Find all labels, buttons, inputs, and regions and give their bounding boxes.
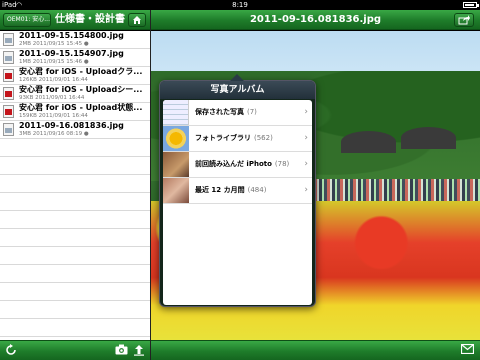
- file-meta: 93KB 2011/09/01 16:44: [19, 95, 85, 101]
- home-button[interactable]: [128, 13, 146, 27]
- preview-toolbar: 2011-09-16.081836.jpg: [151, 10, 480, 30]
- refresh-icon: [6, 344, 16, 355]
- album-label: 保存された写真 (7): [195, 100, 257, 125]
- popover-title: 写真アルバム: [160, 81, 315, 99]
- file-name: 安心君 for iOS - Upload状態...: [19, 103, 143, 112]
- pdf-file-icon: [3, 105, 14, 118]
- pdf-file-icon: [3, 87, 14, 100]
- chevron-right-icon: ›: [304, 107, 308, 117]
- album-thumbnail: [163, 126, 189, 151]
- file-row[interactable]: 2011-09-16.081836.jpg 3MB 2011/09/16 08:1…: [0, 121, 150, 139]
- file-name: 安心君 for iOS - Uploadクラ...: [19, 67, 143, 76]
- preview-bottom-toolbar: [151, 340, 480, 360]
- album-name: フォトライブラリ: [195, 134, 251, 142]
- album-name: 最近 12 カ月間: [195, 186, 245, 194]
- file-list-bottom-toolbar: [0, 340, 150, 360]
- upload-icon: [134, 345, 144, 356]
- photo-building: [341, 127, 461, 176]
- album-row[interactable]: フォトライブラリ (562) ›: [163, 126, 312, 152]
- home-icon: [133, 16, 141, 24]
- album-count: (78): [274, 160, 290, 168]
- album-count: (7): [247, 108, 257, 116]
- chevron-right-icon: ›: [304, 185, 308, 195]
- refresh-button[interactable]: [4, 344, 18, 360]
- clock: 8:19: [232, 1, 248, 9]
- file-meta: 3MB 2011/09/16 08:19 ●: [19, 131, 89, 137]
- file-row[interactable]: 安心君 for iOS - Uploadシー... 93KB 2011/09/01…: [0, 85, 150, 103]
- file-meta: 126KB 2011/09/01 16:44: [19, 77, 88, 83]
- battery-icon: [463, 2, 479, 8]
- file-name: 2011-09-16.081836.jpg: [19, 121, 124, 130]
- share-icon: [458, 15, 470, 25]
- camera-icon: [115, 344, 127, 355]
- file-name: 2011-09-15.154800.jpg: [19, 31, 124, 40]
- popover-arrow: [230, 74, 244, 81]
- image-file-icon: [3, 123, 14, 136]
- album-thumbnail: [163, 100, 189, 125]
- file-list-toolbar: OEM01: 安心... 仕様書・設計書: [0, 10, 150, 30]
- file-row[interactable]: 2011-09-15.154907.jpg 1MB 2011/09/15 15:4…: [0, 49, 150, 67]
- status-bar: iPad ◠ 8:19: [0, 0, 480, 10]
- photo-album-popover: 写真アルバム 保存された写真 (7) › フォトライブラリ (562) › 前回読み込んだ …: [159, 74, 316, 307]
- album-label: 前回読み込んだ iPhoto (78): [195, 152, 289, 177]
- album-thumbnail: [163, 152, 189, 177]
- pdf-file-icon: [3, 69, 14, 82]
- folder-title: 仕様書・設計書: [55, 14, 125, 25]
- album-name: 保存された写真: [195, 108, 244, 116]
- mail-icon: [460, 343, 474, 355]
- album-label: フォトライブラリ (562): [195, 126, 273, 151]
- chevron-right-icon: ›: [304, 133, 308, 143]
- album-row[interactable]: 最近 12 カ月間 (484) ›: [163, 178, 312, 204]
- album-label: 最近 12 カ月間 (484): [195, 178, 266, 203]
- file-row[interactable]: 安心君 for iOS - Upload状態... 159KB 2011/09/0…: [0, 103, 150, 121]
- album-thumbnail: [163, 178, 189, 203]
- share-button[interactable]: [454, 13, 474, 27]
- file-name: 安心君 for iOS - Uploadシー...: [19, 85, 143, 94]
- album-count: (562): [254, 134, 273, 142]
- album-row[interactable]: 保存された写真 (7) ›: [163, 100, 312, 126]
- album-list: 保存された写真 (7) › フォトライブラリ (562) › 前回読み込んだ iPhoto(…: [163, 100, 312, 305]
- camera-button[interactable]: [114, 344, 128, 359]
- album-name: 前回読み込んだ iPhoto: [195, 160, 272, 168]
- file-row[interactable]: 安心君 for iOS - Uploadクラ... 126KB 2011/09/0…: [0, 67, 150, 85]
- file-meta: 159KB 2011/09/01 16:44: [19, 113, 88, 119]
- file-row[interactable]: 2011-09-15.154800.jpg 2MB 2011/09/15 15:4…: [0, 31, 150, 49]
- file-meta: 1MB 2011/09/15 15:46 ●: [19, 59, 89, 65]
- file-name: 2011-09-15.154907.jpg: [19, 49, 124, 58]
- album-count: (484): [247, 186, 267, 194]
- upload-button[interactable]: [132, 344, 146, 360]
- image-file-icon: [3, 51, 14, 64]
- album-row[interactable]: 前回読み込んだ iPhoto (78) ›: [163, 152, 312, 178]
- chevron-right-icon: ›: [304, 159, 308, 169]
- file-meta: 2MB 2011/09/15 15:45 ●: [19, 41, 89, 47]
- preview-title: 2011-09-16.081836.jpg: [249, 14, 382, 25]
- file-list[interactable]: 2011-09-15.154800.jpg 2MB 2011/09/15 15:4…: [0, 31, 150, 340]
- back-button[interactable]: OEM01: 安心...: [3, 13, 51, 27]
- image-file-icon: [3, 33, 14, 46]
- mail-button[interactable]: [460, 343, 474, 358]
